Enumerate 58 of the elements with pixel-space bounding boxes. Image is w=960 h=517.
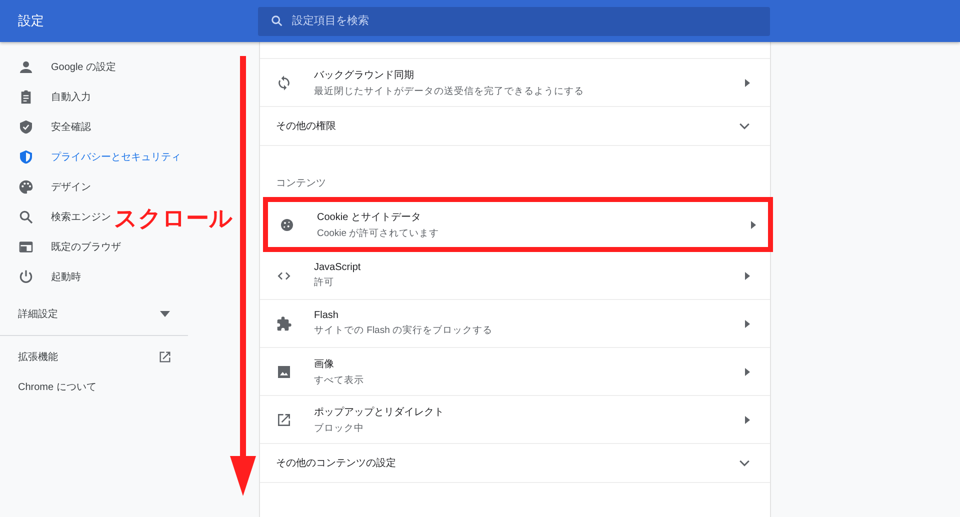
row-title: Flash xyxy=(314,310,340,321)
row-title: 画像 xyxy=(314,358,335,370)
arrow-right-icon xyxy=(745,416,750,424)
row-title: Cookie とサイトデータ xyxy=(317,210,422,224)
puzzle-piece-icon xyxy=(276,316,292,332)
settings-row[interactable]: JavaScript 許可 xyxy=(260,252,770,300)
person-icon xyxy=(18,59,34,75)
settings-row[interactable]: Flash サイトでの Flash の実行をブロックする xyxy=(260,300,770,348)
settings-row[interactable]: 画像 すべて表示 xyxy=(260,348,770,396)
page-title: 設定 xyxy=(17,12,45,30)
cookie-icon xyxy=(279,216,295,232)
search-icon xyxy=(18,209,34,225)
row-subtitle: ブロック中 xyxy=(314,422,365,434)
external-link-icon xyxy=(276,412,292,428)
caret-icon xyxy=(160,311,170,317)
row-subtitle: 許可 xyxy=(314,276,335,289)
row-title: バックグラウンド同期 xyxy=(314,68,415,82)
expandable-row[interactable]: その他のコンテンツの設定 xyxy=(260,444,770,483)
extensions-link[interactable]: 拡張機能 xyxy=(0,342,188,372)
shield-check-icon xyxy=(18,119,34,135)
advanced-settings-toggle[interactable]: 詳細設定 xyxy=(0,297,188,331)
arrow-right-icon xyxy=(745,272,750,280)
expandable-row[interactable]: その他の権限 xyxy=(260,107,770,146)
settings-row[interactable]: ポップアップとリダイレクト ブロック中 xyxy=(260,396,770,444)
arrow-right-icon xyxy=(745,320,750,328)
settings-row[interactable]: Cookie とサイトデータ Cookie が許可されています xyxy=(268,202,768,247)
sidebar-item[interactable]: 起動時 xyxy=(0,262,81,292)
row-subtitle: Cookie が許可されています xyxy=(317,226,440,240)
sync-icon xyxy=(276,74,292,90)
scroll-annotation: スクロール xyxy=(114,204,233,233)
sidebar-item[interactable]: Google の設定 xyxy=(0,52,116,82)
row-title: ポップアップとリダイレクト xyxy=(314,406,445,418)
settings-row[interactable]: バックグラウンド同期 最近閉じたサイトがデータの送受信を完了できるようにする xyxy=(260,59,770,107)
palette-icon xyxy=(18,179,34,195)
sidebar-item[interactable]: デザイン xyxy=(0,172,91,202)
external-link-icon xyxy=(158,350,172,364)
shield-icon xyxy=(18,149,34,165)
image-icon xyxy=(276,364,292,380)
search-field[interactable]: 設定項目を検索 xyxy=(258,6,770,36)
row-subtitle: 最近閉じたサイトがデータの送受信を完了できるようにする xyxy=(314,84,585,98)
arrow-right-icon xyxy=(745,78,750,86)
row-title: JavaScript xyxy=(314,262,362,273)
chevron-icon xyxy=(739,460,750,466)
power-icon xyxy=(18,269,34,285)
arrow-right-icon xyxy=(745,368,750,376)
arrow-right-icon xyxy=(751,220,756,228)
sidebar-item[interactable]: プライバシーとセキュリティ xyxy=(0,142,181,172)
sidebar-item[interactable]: 既定のブラウザ xyxy=(0,232,121,262)
section-heading: コンテンツ xyxy=(275,177,327,191)
row-subtitle: すべて表示 xyxy=(314,374,365,386)
sidebar-item[interactable]: 検索エンジン xyxy=(0,202,111,232)
row-subtitle: サイトでの Flash の実行をブロックする xyxy=(314,324,494,337)
search-icon xyxy=(270,14,284,28)
sidebar-item[interactable]: 安全確認 xyxy=(0,112,91,142)
chevron-icon xyxy=(739,122,750,130)
about-link[interactable]: Chrome について xyxy=(0,372,188,402)
browser-window-icon xyxy=(18,239,34,255)
sidebar-item[interactable]: 自動入力 xyxy=(0,82,91,112)
